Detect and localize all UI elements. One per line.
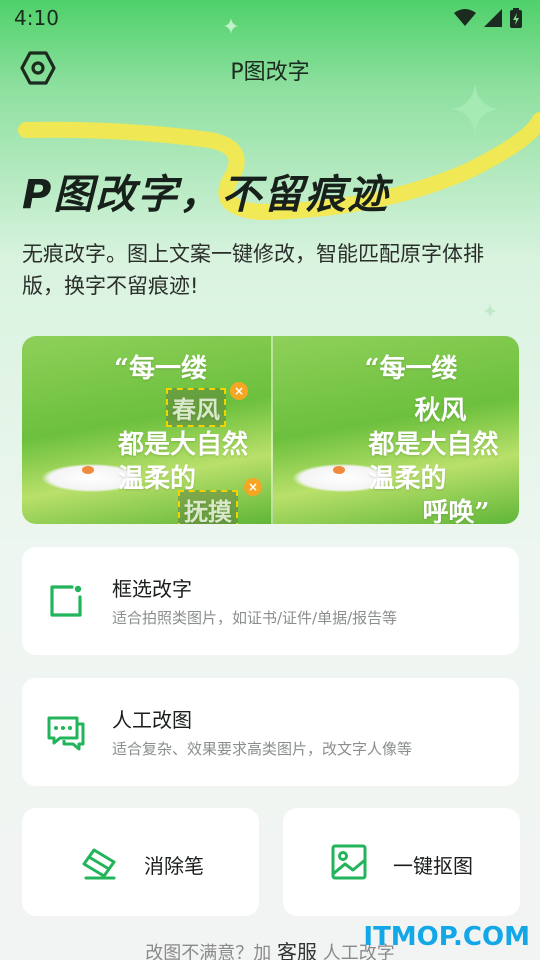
selected-text-box[interactable]: 抚摸 (178, 490, 238, 524)
poem-line: “每一缕 (364, 354, 458, 384)
close-icon[interactable]: × (244, 478, 262, 496)
status-time: 4:10 (14, 6, 59, 30)
eraser-icon (82, 848, 116, 880)
crop-edit-card[interactable]: 框选改字 适合拍照类图片，如证书/证件/单据/报告等 (22, 547, 519, 655)
demo-before-image: “每一缕 春风 × 都是大自然 温柔的 抚摸 × (22, 336, 271, 524)
card-subtitle: 适合复杂、效果要求高类图片，改文字人像等 (112, 740, 413, 758)
poem-line: 都是大自然 (118, 430, 249, 460)
wifi-icon (454, 9, 476, 26)
selected-text-box[interactable]: 春风 (166, 388, 226, 427)
hero-description: 无痕改字。图上文案一键修改，智能匹配原字体排版，换字不留痕迹! (22, 242, 484, 298)
sparkle-icon (452, 84, 498, 134)
demo-banner: “每一缕 春风 × 都是大自然 温柔的 抚摸 × “每一缕 秋风 都是大自然 温… (22, 336, 519, 524)
image-icon (331, 844, 367, 880)
card-subtitle: 适合拍照类图片，如证书/证件/单据/报告等 (112, 609, 398, 627)
chat-icon (47, 716, 85, 751)
battery-icon (510, 8, 522, 28)
flower-center (82, 466, 94, 474)
page-title: P图改字 (230, 60, 310, 85)
hero-title: P图改字，不留痕迹 (22, 172, 390, 218)
tool-label: 消除笔 (144, 854, 204, 878)
customer-service-link[interactable]: 客服 (277, 940, 317, 960)
manual-edit-card[interactable]: 人工改图 适合复杂、效果要求高类图片，改文字人像等 (22, 678, 519, 786)
poem-line: 秋风 (414, 396, 467, 426)
watermark: ITMOP.COM (363, 922, 530, 952)
status-bar: 4:10 (0, 0, 540, 36)
status-icons (454, 8, 522, 28)
poem-line: 呼唤” (422, 498, 490, 524)
signal-icon (484, 9, 502, 27)
card-title: 人工改图 (112, 708, 192, 732)
poem-line: 都是大自然 (368, 430, 499, 460)
crop-select-icon (50, 585, 82, 617)
tool-label: 一键抠图 (393, 854, 473, 878)
poem-line: 温柔的 (368, 464, 447, 494)
sparkle-small-icon (224, 18, 238, 34)
cutout-tool-button[interactable]: 一键抠图 (283, 808, 520, 916)
eraser-tool-button[interactable]: 消除笔 (22, 808, 259, 916)
demo-after-image: “每一缕 秋风 都是大自然 温柔的 呼唤” (270, 336, 519, 524)
close-icon[interactable]: × (230, 382, 248, 400)
card-title: 框选改字 (112, 577, 192, 601)
sparkle-small-icon (484, 304, 496, 318)
flower-center (332, 466, 345, 474)
footer-prefix: 改图不满意？加 (145, 943, 272, 960)
poem-line: “每一缕 (114, 354, 207, 384)
